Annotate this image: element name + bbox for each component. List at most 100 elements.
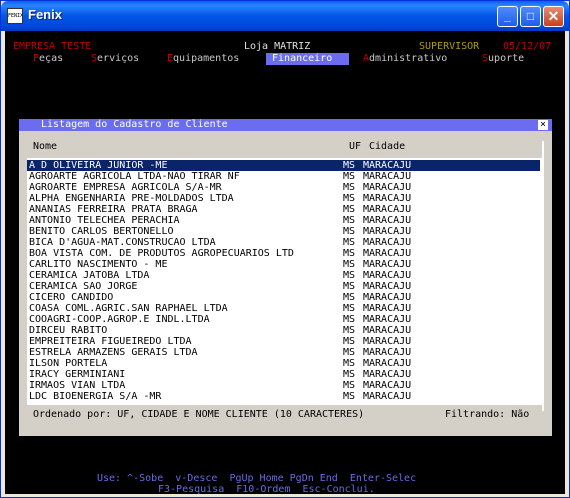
cell-nome: CICERO CANDIDO — [29, 292, 114, 303]
cell-cidade: MARACAJU — [363, 358, 412, 369]
table-row[interactable]: BOA VISTA COM. DE PRODUTOS AGROPECUARIOS… — [27, 248, 540, 259]
client-list[interactable]: A D OLIVEIRA JUNIOR -ME MS MARACAJU AGROART… — [27, 158, 542, 405]
cell-cidade: MARACAJU — [363, 226, 412, 237]
table-row[interactable]: COASA COML.AGRIC.SAN RAPHAEL LTDA MS MARAC… — [27, 303, 540, 314]
cell-cidade: MARACAJU — [363, 347, 412, 358]
cell-nome: ESTRELA ARMAZENS GERAIS LTDA — [29, 347, 198, 358]
cell-cidade: MARACAJU — [363, 292, 412, 303]
menu-item-financeiro[interactable]: Financeiro — [266, 53, 349, 65]
table-row[interactable]: IRACY GERMINIANI MS MARACAJU — [27, 369, 540, 380]
cell-uf: MS — [343, 358, 356, 369]
table-row[interactable]: AGROARTE AGRICOLA LTDA-NÃO TIRAR NF MS MAR… — [27, 171, 540, 182]
cell-cidade: MARACAJU — [363, 325, 412, 336]
loja-label: Loja MATRIZ — [244, 41, 311, 52]
menu-label: uporte — [488, 53, 525, 64]
cell-cidade: MARACAJU — [363, 160, 412, 171]
cell-cidade: MARACAJU — [363, 237, 412, 248]
menu-label: dministrativo — [369, 53, 448, 64]
cell-nome: LDC BIOENERGIA S/A -MR — [29, 391, 162, 402]
cell-uf: MS — [343, 314, 356, 325]
table-row[interactable]: CICERO CANDIDO MS MARACAJU — [27, 292, 540, 303]
title-bar[interactable]: FENIX Fenix _ □ ✕ — [1, 1, 569, 31]
cell-cidade: MARACAJU — [363, 248, 412, 259]
cell-nome: ILSON PORTELA — [29, 358, 108, 369]
menu-label: eças — [39, 53, 64, 64]
cell-cidade: MARACAJU — [363, 281, 412, 292]
menu-item-pecas[interactable]: Peças — [33, 53, 63, 65]
minimize-button[interactable]: _ — [497, 6, 518, 27]
table-row[interactable]: CARLITO NASCIMENTO - ME MS MARACAJU — [27, 259, 540, 270]
cell-uf: MS — [343, 380, 356, 391]
cell-cidade: MARACAJU — [363, 193, 412, 204]
dialog-close-icon[interactable]: × — [538, 120, 548, 130]
menu-label: erviços — [97, 53, 140, 64]
cell-uf: MS — [343, 160, 356, 171]
cell-uf: MS — [343, 336, 356, 347]
help-line-2: F3-Pesquisa F10-Ordem Esc-Conclui. — [158, 484, 375, 495]
column-header-uf: UF — [349, 141, 362, 152]
table-row[interactable]: IRMAOS VIAN LTDA MS MARACAJU — [27, 380, 540, 391]
table-row[interactable]: CERAMICA SAO JORGE MS MARACAJU — [27, 281, 540, 292]
cell-nome: A D OLIVEIRA JUNIOR -ME — [29, 160, 168, 171]
table-row[interactable]: ESTRELA ARMAZENS GERAIS LTDA MS MARACAJU — [27, 347, 540, 358]
cell-cidade: MARACAJU — [363, 314, 412, 325]
table-row[interactable]: BENITO CARLOS BERTONELLO MS MARACAJU — [27, 226, 540, 237]
cell-uf: MS — [343, 325, 356, 336]
filter-status-label: Filtrando: Não — [445, 409, 530, 420]
cell-uf: MS — [343, 369, 356, 380]
cell-nome: CERAMICA SAO JORGE — [29, 281, 138, 292]
cell-nome: BICA D'AGUA-MAT.CONSTRUCAO LTDA — [29, 237, 216, 248]
table-row[interactable]: COOAGRI-COOP.AGROP.E INDL.LTDA MS MARACAJU — [27, 314, 540, 325]
table-row[interactable]: ALPHA ENGENHARIA PRE-MOLDADOS LTDA MS MARA… — [27, 193, 540, 204]
cell-nome: IRMAOS VIAN LTDA — [29, 380, 126, 391]
table-row[interactable]: ILSON PORTELA MS MARACAJU — [27, 358, 540, 369]
cell-cidade: MARACAJU — [363, 369, 412, 380]
cell-cidade: MARACAJU — [363, 204, 412, 215]
table-row[interactable]: ANANIAS FERREIRA PRATA BRAGA MS MARACAJU — [27, 204, 540, 215]
menu-item-equipamentos[interactable]: Equipamentos — [167, 53, 239, 65]
table-row[interactable]: AGROARTE EMPRESA AGRICOLA S/A-MR MS MARACA… — [27, 182, 540, 193]
fenix-app-icon[interactable]: FENIX — [7, 8, 23, 24]
cell-uf: MS — [343, 193, 356, 204]
cell-nome: ANTONIO TELECHEA PERACHIA — [29, 215, 180, 226]
table-row[interactable]: BICA D'AGUA-MAT.CONSTRUCAO LTDA MS MARACAJ… — [27, 237, 540, 248]
maximize-button[interactable]: □ — [520, 6, 541, 27]
cell-nome: CARLITO NASCIMENTO - ME — [29, 259, 168, 270]
menu-item-servicos[interactable]: Serviços — [91, 53, 139, 65]
table-row[interactable]: A D OLIVEIRA JUNIOR -ME MS MARACAJU — [27, 160, 540, 171]
cell-uf: MS — [343, 347, 356, 358]
cell-cidade: MARACAJU — [363, 380, 412, 391]
sort-order-label: Ordenado por: UF, CIDADE E NOME CLIENTE … — [33, 409, 365, 420]
table-row[interactable]: ANTONIO TELECHEA PERACHIA MS MARACAJU — [27, 215, 540, 226]
cell-uf: MS — [343, 226, 356, 237]
console-area: EMPRESA TESTE Loja MATRIZ SUPERVISOR 05/… — [5, 31, 565, 495]
cell-uf: MS — [343, 237, 356, 248]
supervisor-label: SUPERVISOR — [419, 41, 480, 52]
cell-nome: BOA VISTA COM. DE PRODUTOS AGROPECUARIOS… — [29, 248, 294, 259]
table-row[interactable]: EMPREITEIRA FIGUEIREDO LTDA MS MARACAJU — [27, 336, 540, 347]
cell-uf: MS — [343, 281, 356, 292]
cell-uf: MS — [343, 270, 356, 281]
cell-uf: MS — [343, 171, 356, 182]
cell-nome: AGROARTE EMPRESA AGRICOLA S/A-MR — [29, 182, 222, 193]
cell-uf: MS — [343, 204, 356, 215]
table-row[interactable]: DIRCEU RABITO MS MARACAJU — [27, 325, 540, 336]
table-row[interactable]: LDC BIOENERGIA S/A -MR MS MARACAJU — [27, 391, 540, 402]
cell-nome: CERAMICA JATOBA LTDA — [29, 270, 150, 281]
column-header-nome: Nome — [33, 141, 58, 152]
cell-nome: DIRCEU RABITO — [29, 325, 108, 336]
close-button[interactable]: ✕ — [543, 6, 564, 27]
column-header-cidade: Cidade — [369, 141, 406, 152]
table-row[interactable]: CERAMICA JATOBA LTDA MS MARACAJU — [27, 270, 540, 281]
cell-nome: ANANIAS FERREIRA PRATA BRAGA — [29, 204, 198, 215]
date-label: 05/12/07 — [503, 41, 552, 52]
empresa-label: EMPRESA TESTE — [13, 41, 92, 52]
cell-uf: MS — [343, 303, 356, 314]
main-menu: Peças Serviços Equipamentos Financeiro A… — [5, 53, 565, 65]
cell-uf: MS — [343, 391, 356, 402]
cell-cidade: MARACAJU — [363, 303, 412, 314]
menu-item-suporte[interactable]: Suporte — [482, 53, 524, 65]
menu-item-administrativo[interactable]: Administrativo — [363, 53, 447, 65]
cell-uf: MS — [343, 292, 356, 303]
console-background — [13, 67, 557, 119]
